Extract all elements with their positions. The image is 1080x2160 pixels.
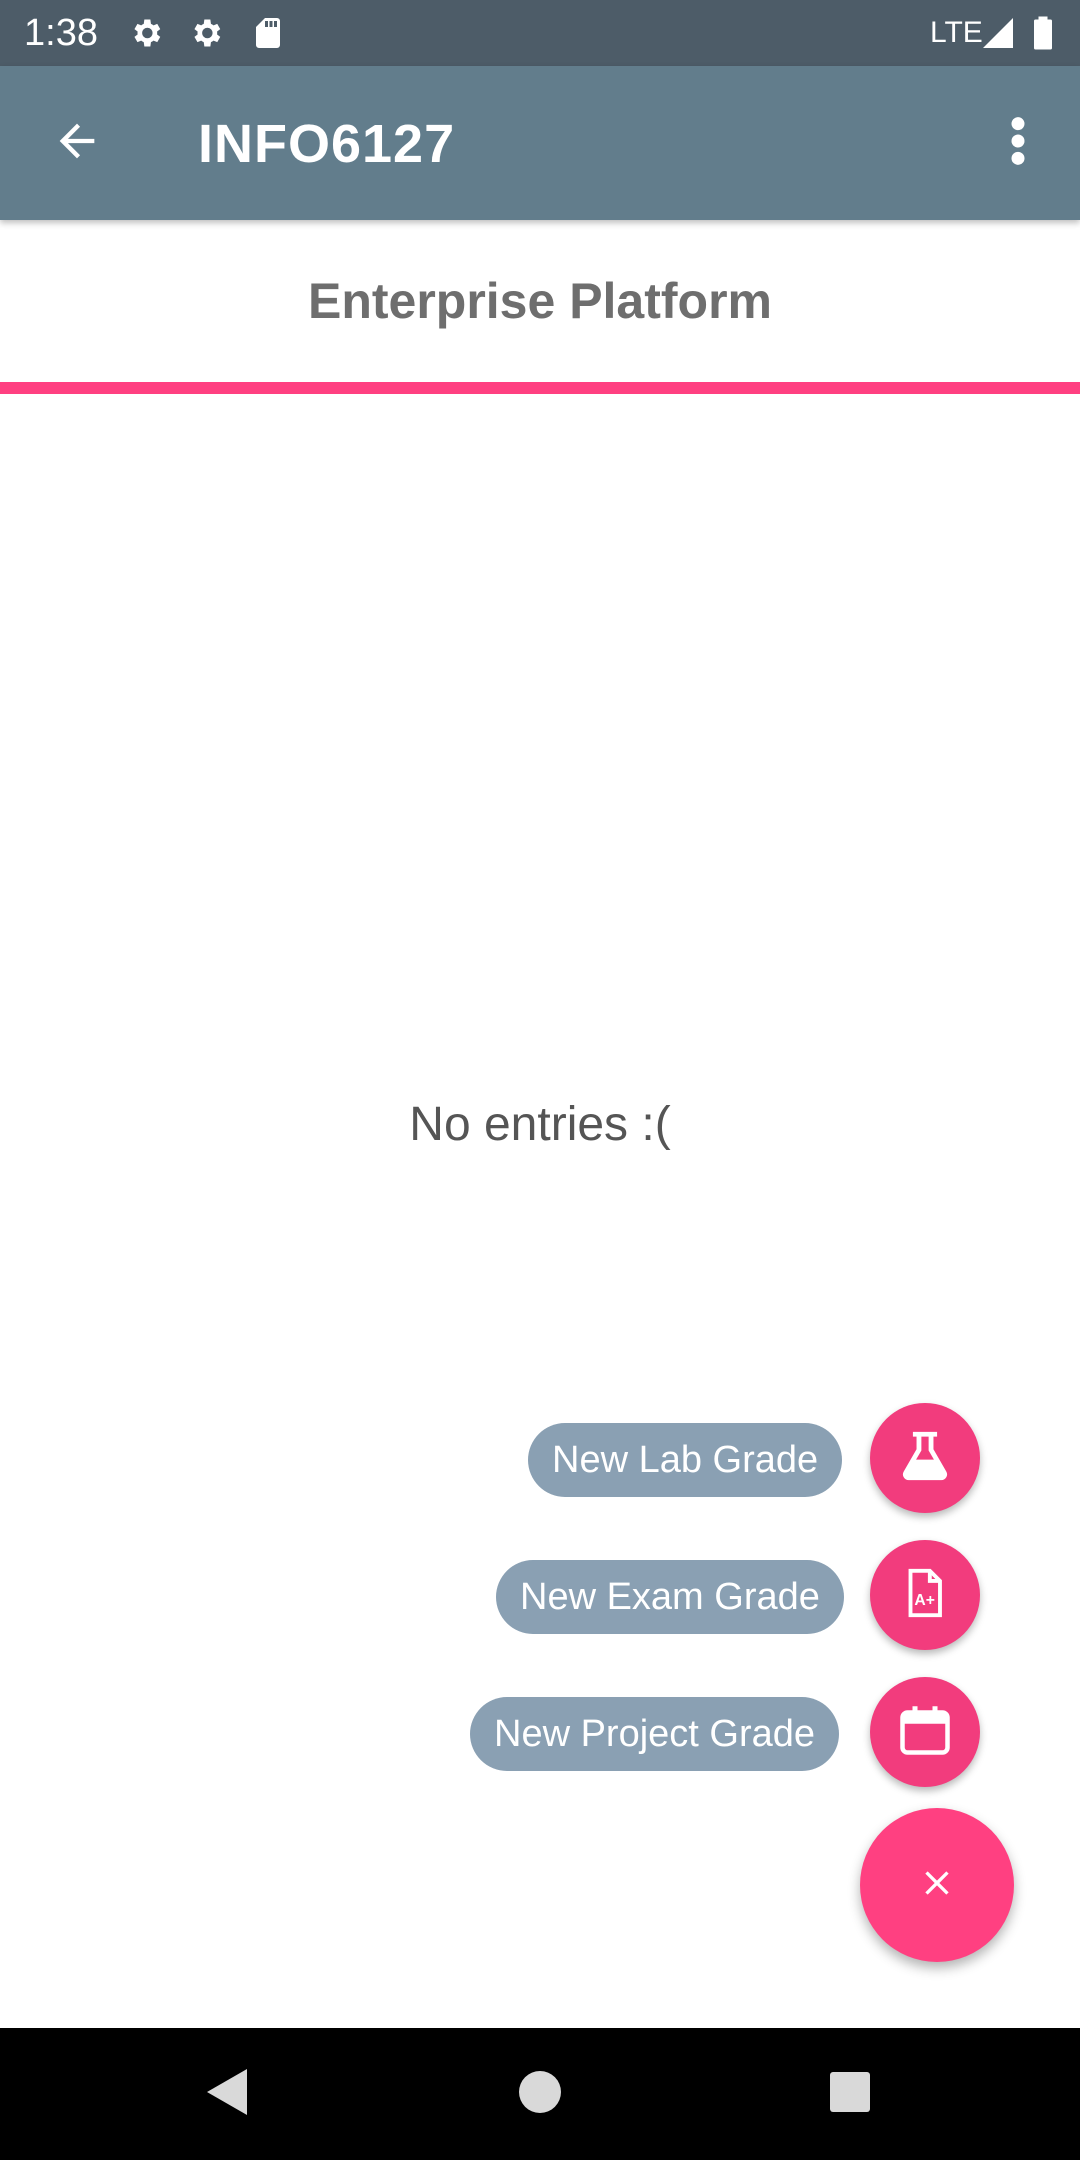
grade-document-icon: A+ [896,1564,954,1627]
new-project-grade-button[interactable] [870,1677,980,1787]
status-bar: 1:38 LTE [0,0,1080,66]
new-exam-grade-label[interactable]: New Exam Grade [496,1560,844,1634]
arrow-back-icon [51,115,103,172]
new-exam-grade-button[interactable]: A+ [870,1540,980,1650]
screen: 1:38 LTE INFO6127 Enterprise Platform No… [0,0,1080,2160]
close-icon [917,1863,957,1908]
recents-square-icon [828,2070,872,2119]
signal-icon [980,15,1016,51]
app-bar: INFO6127 [0,66,1080,220]
settings-icon [128,15,164,51]
sd-card-icon [250,15,286,51]
back-button[interactable] [40,106,114,180]
course-header: Enterprise Platform [0,220,1080,382]
back-triangle-icon [203,2067,249,2122]
settings-icon [188,15,224,51]
home-circle-icon [518,2070,562,2119]
close-fab-button[interactable] [860,1808,1014,1962]
status-time: 1:38 [24,12,98,54]
navigation-bar [0,2028,1080,2160]
calendar-icon [895,1700,955,1765]
course-name: Enterprise Platform [307,273,772,329]
more-vert-icon [1011,115,1025,172]
new-project-grade-label[interactable]: New Project Grade [470,1697,840,1771]
overflow-menu-button[interactable] [988,106,1048,180]
network-type: LTE [930,16,983,49]
nav-recents-button[interactable] [820,2064,880,2124]
new-lab-grade-label[interactable]: New Lab Grade [528,1423,843,1497]
svg-text:A+: A+ [914,1592,935,1609]
app-title: INFO6127 [198,114,456,174]
flask-icon [896,1427,954,1490]
accent-divider [0,382,1080,394]
new-lab-grade-button[interactable] [870,1403,980,1513]
empty-state-message: No entries :( [409,1098,671,1151]
nav-home-button[interactable] [510,2064,570,2124]
battery-icon [1030,15,1056,51]
nav-back-button[interactable] [196,2064,256,2124]
